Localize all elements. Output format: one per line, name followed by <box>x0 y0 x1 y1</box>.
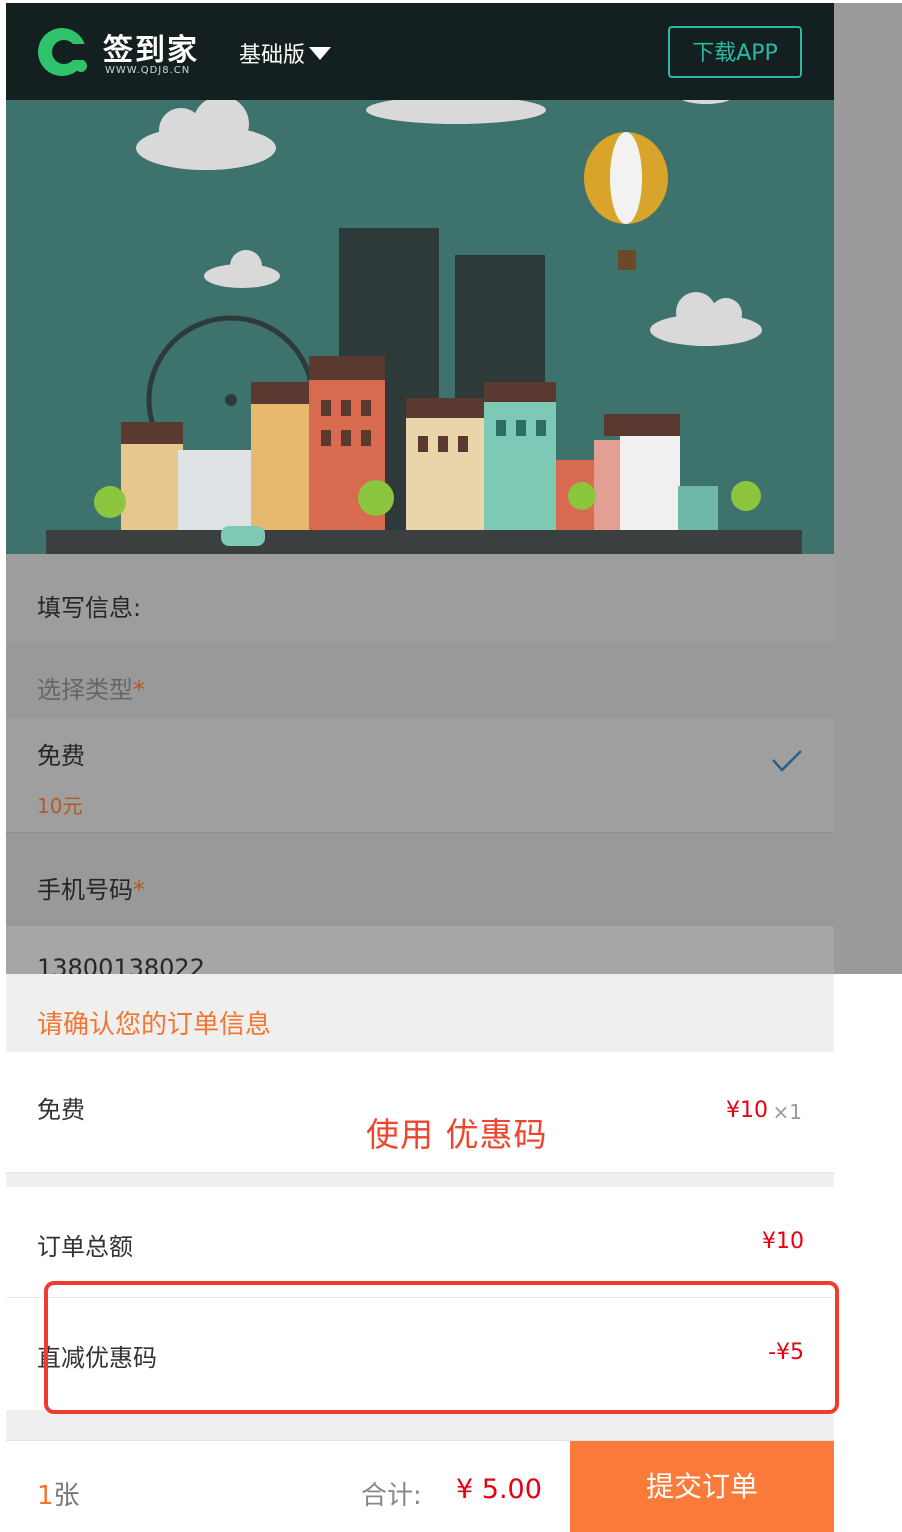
edition-dropdown[interactable]: 基础版 <box>239 37 332 69</box>
checkmark-icon <box>772 750 802 772</box>
logo-text: 签到家 <box>103 33 199 68</box>
logo-icon <box>38 28 88 76</box>
item-price: ¥10 <box>726 1098 768 1123</box>
total-label: 订单总额 <box>37 1233 133 1261</box>
item-quantity: ×1 <box>772 1100 802 1124</box>
count-number: 1 <box>37 1481 54 1511</box>
confirm-title: 请确认您的订单信息 <box>37 1010 272 1040</box>
coupon-annotation: 使用 优惠码 <box>366 1115 548 1154</box>
phone-label-text: 手机号码 <box>37 876 133 904</box>
download-app-button[interactable]: 下载APP <box>668 26 802 78</box>
option-price: 10元 <box>37 794 83 818</box>
form-title: 填写信息: <box>37 594 142 622</box>
city-banner-illustration <box>6 100 834 554</box>
edition-label: 基础版 <box>239 43 306 68</box>
item-name: 免费 <box>37 1096 85 1124</box>
sum-label: 合计: <box>361 1481 422 1511</box>
divider <box>6 1173 834 1187</box>
type-label: 选择类型* <box>37 670 145 705</box>
submit-order-button[interactable]: 提交订单 <box>570 1441 834 1532</box>
discount-highlight-box <box>44 1281 839 1414</box>
phone-input[interactable]: 13800138022 <box>6 926 834 974</box>
logo-subtitle: WWW.QDJ8.CN <box>105 65 191 76</box>
type-label-text: 选择类型 <box>37 676 133 704</box>
required-mark: * <box>133 876 145 904</box>
total-value: ¥10 <box>762 1229 804 1254</box>
info-form: 填写信息: 选择类型* 免费 10元 手机号码* 13800138022 <box>6 554 834 974</box>
backdrop-overlay <box>834 0 902 974</box>
option-name: 免费 <box>37 742 85 770</box>
checkout-footer: 1张 合计: ¥ 5.00 提交订单 <box>6 1440 834 1532</box>
form-title-bar: 填写信息: <box>6 554 834 642</box>
divider <box>6 1410 834 1440</box>
city-illustration <box>46 100 802 554</box>
top-header: 签到家 WWW.QDJ8.CN 基础版 下载APP <box>6 3 834 100</box>
count-unit: 张 <box>53 1481 80 1511</box>
top-edge <box>0 0 902 3</box>
required-mark: * <box>133 676 145 704</box>
phone-label: 手机号码* <box>37 870 145 905</box>
confirm-title-bar: 请确认您的订单信息 <box>6 974 834 1052</box>
ticket-count: 1张 <box>37 1475 80 1512</box>
caret-down-icon <box>309 47 332 60</box>
phone-value: 13800138022 <box>37 954 205 974</box>
option-free[interactable]: 免费 10元 <box>6 718 834 833</box>
sum-value: ¥ 5.00 <box>456 1474 542 1505</box>
